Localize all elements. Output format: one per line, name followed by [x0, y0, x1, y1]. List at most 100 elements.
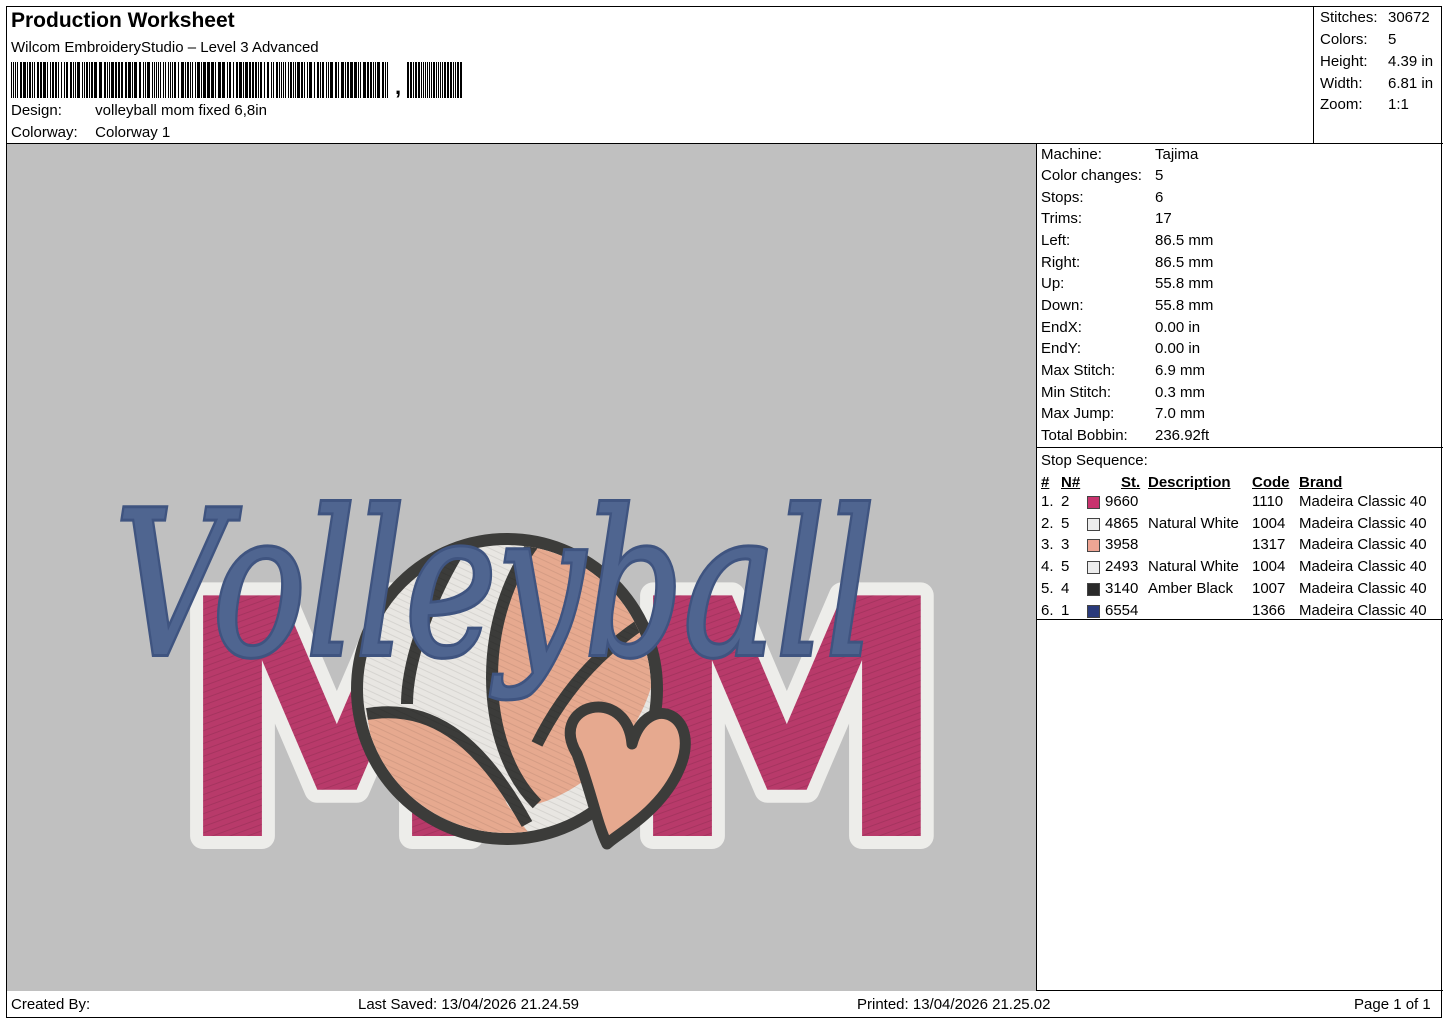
- thread-color-swatch: [1087, 582, 1100, 596]
- machine-label: Total Bobbin:: [1041, 427, 1128, 444]
- colorway-label: Colorway:: [11, 124, 78, 141]
- machine-label: EndX:: [1041, 319, 1082, 336]
- col-header-num: #: [1041, 474, 1050, 491]
- machine-label: Max Stitch:: [1041, 362, 1116, 379]
- stat-label: Zoom:: [1320, 96, 1363, 113]
- machine-label: Up:: [1041, 275, 1065, 292]
- design-value: volleyball mom fixed 6,8in: [95, 102, 267, 119]
- stop-code: 1317: [1252, 536, 1286, 554]
- col-header-brand: Brand: [1299, 474, 1343, 491]
- machine-value: Tajima: [1155, 146, 1199, 163]
- machine-row: EndY: 0.00 in: [1041, 340, 1200, 357]
- stop-brand: Madeira Classic 40: [1299, 601, 1427, 619]
- stat-stitches: Stitches: 30672: [1320, 9, 1430, 26]
- machine-label: EndY:: [1041, 340, 1082, 357]
- colorway-value: Colorway 1: [95, 124, 171, 141]
- thread-color-swatch: [1087, 561, 1100, 575]
- stop-code: 1110: [1252, 493, 1284, 510]
- machine-row: Machine: Tajima: [1041, 146, 1198, 163]
- stat-value: 6.81 in: [1388, 75, 1434, 92]
- stop-needle: 5: [1061, 558, 1070, 576]
- design-preview: M M M M M M Volleyball Volleyball: [7, 144, 1037, 991]
- worksheet-footer: Created By: Last Saved: 13/04/2026 21.24…: [7, 991, 1443, 1019]
- stop-num: 6.: [1041, 601, 1054, 619]
- machine-value: 86.5 mm: [1155, 232, 1214, 249]
- machine-row: Trims: 17: [1041, 210, 1172, 227]
- stop-num: 1.: [1041, 493, 1054, 510]
- barcode: ,: [11, 60, 481, 98]
- machine-row: Min Stitch: 0.3 mm: [1041, 384, 1205, 401]
- machine-value: 6.9 mm: [1155, 362, 1206, 379]
- barcode-separator: ,: [395, 74, 402, 99]
- machine-value: 55.8 mm: [1155, 297, 1214, 314]
- stop-brand: Madeira Classic 40: [1299, 493, 1427, 510]
- stop-brand: Madeira Classic 40: [1299, 558, 1427, 576]
- machine-value: 6: [1155, 189, 1164, 206]
- printed-date: Printed: 13/04/2026 21.25.02: [857, 996, 1051, 1013]
- page-title: Production Worksheet: [11, 9, 235, 32]
- stat-label: Colors:: [1320, 31, 1368, 48]
- stop-sequence-table: Stop Sequence: # N# St. Description Code…: [1037, 448, 1443, 620]
- machine-row: Max Stitch: 6.9 mm: [1041, 362, 1205, 379]
- machine-value: 7.0 mm: [1155, 405, 1206, 422]
- stop-code: 1004: [1252, 514, 1286, 532]
- stop-description: Natural White: [1148, 558, 1239, 576]
- machine-row: Down: 55.8 mm: [1041, 297, 1213, 314]
- machine-value: 0.00 in: [1155, 340, 1201, 357]
- thread-color-swatch: [1087, 604, 1100, 618]
- machine-label: Color changes:: [1041, 167, 1142, 184]
- stop-num: 2.: [1041, 514, 1054, 532]
- created-by: Created By:: [11, 996, 91, 1013]
- machine-row: Color changes: 5: [1041, 167, 1163, 184]
- stop-stitches: 2493: [1105, 558, 1139, 576]
- machine-row: Stops: 6: [1041, 189, 1163, 206]
- stat-label: Height:: [1320, 53, 1368, 70]
- stat-value: 30672: [1388, 9, 1430, 26]
- stop-needle: 4: [1061, 579, 1070, 597]
- stop-num: 3.: [1041, 536, 1054, 554]
- stop-row: 3. 3 3958 1317 Madeira Classic 40: [1037, 536, 1443, 558]
- machine-label: Left:: [1041, 232, 1071, 249]
- design-label: Design:: [11, 102, 62, 119]
- machine-label: Max Jump:: [1041, 405, 1115, 422]
- stop-row: 2. 5 4865 Natural White 1004 Madeira Classic …: [1037, 515, 1443, 537]
- machine-value: 0.00 in: [1155, 319, 1201, 336]
- stat-label: Stitches:: [1320, 9, 1378, 26]
- stop-description: Amber Black: [1148, 579, 1234, 597]
- col-header-description: Description: [1148, 474, 1231, 491]
- machine-row: Total Bobbin: 236.92ft: [1041, 427, 1209, 444]
- machine-label: Down:: [1041, 297, 1084, 314]
- stop-needle: 3: [1061, 536, 1070, 554]
- script-text: Volleyball: [115, 469, 875, 702]
- stat-zoom: Zoom: 1:1: [1320, 96, 1409, 113]
- col-header-stitches: St.: [1121, 474, 1141, 491]
- stop-brand: Madeira Classic 40: [1299, 536, 1427, 554]
- machine-value: 0.3 mm: [1155, 384, 1206, 401]
- stop-description: Natural White: [1148, 514, 1239, 532]
- side-panel: Machine: Tajima Color changes: 5 Stops: 6 T…: [1037, 144, 1443, 991]
- stop-num: 4.: [1041, 558, 1054, 576]
- worksheet-body: M M M M M M Volleyball Volleyball Machin…: [7, 144, 1443, 991]
- stat-label: Width:: [1320, 75, 1363, 92]
- machine-value: 86.5 mm: [1155, 254, 1214, 271]
- stop-needle: 1: [1061, 601, 1070, 619]
- stop-row: 4. 5 2493 Natural White 1004 Madeira Classic …: [1037, 558, 1443, 580]
- stop-code: 1366: [1252, 601, 1286, 619]
- header-info: Production Worksheet Wilcom EmbroiderySt…: [7, 7, 1313, 144]
- stop-brand: Madeira Classic 40: [1299, 514, 1427, 532]
- stop-code: 1004: [1252, 558, 1286, 576]
- stop-sequence-title: Stop Sequence:: [1041, 452, 1148, 469]
- stat-height: Height: 4.39 in: [1320, 53, 1433, 70]
- design-stats: Stitches: 30672 Colors: 5 Height: 4.39 in W…: [1313, 7, 1443, 144]
- machine-row: EndX: 0.00 in: [1041, 319, 1200, 336]
- machine-label: Min Stitch:: [1041, 384, 1112, 401]
- thread-color-swatch: [1087, 539, 1100, 553]
- stop-stitches: 4865: [1105, 514, 1139, 532]
- stop-row: 1. 2 9660 1110 Madeira Classic 40: [1037, 493, 1443, 515]
- machine-label: Trims:: [1041, 210, 1083, 227]
- thread-color-swatch: [1087, 496, 1100, 509]
- machine-label: Right:: [1041, 254, 1081, 271]
- stop-row: 5. 4 3140 Amber Black 1007 Madeira Classic 40: [1037, 580, 1443, 602]
- stop-needle: 2: [1061, 493, 1070, 510]
- embroidery-design-image: M M M M M M Volleyball Volleyball: [112, 466, 964, 927]
